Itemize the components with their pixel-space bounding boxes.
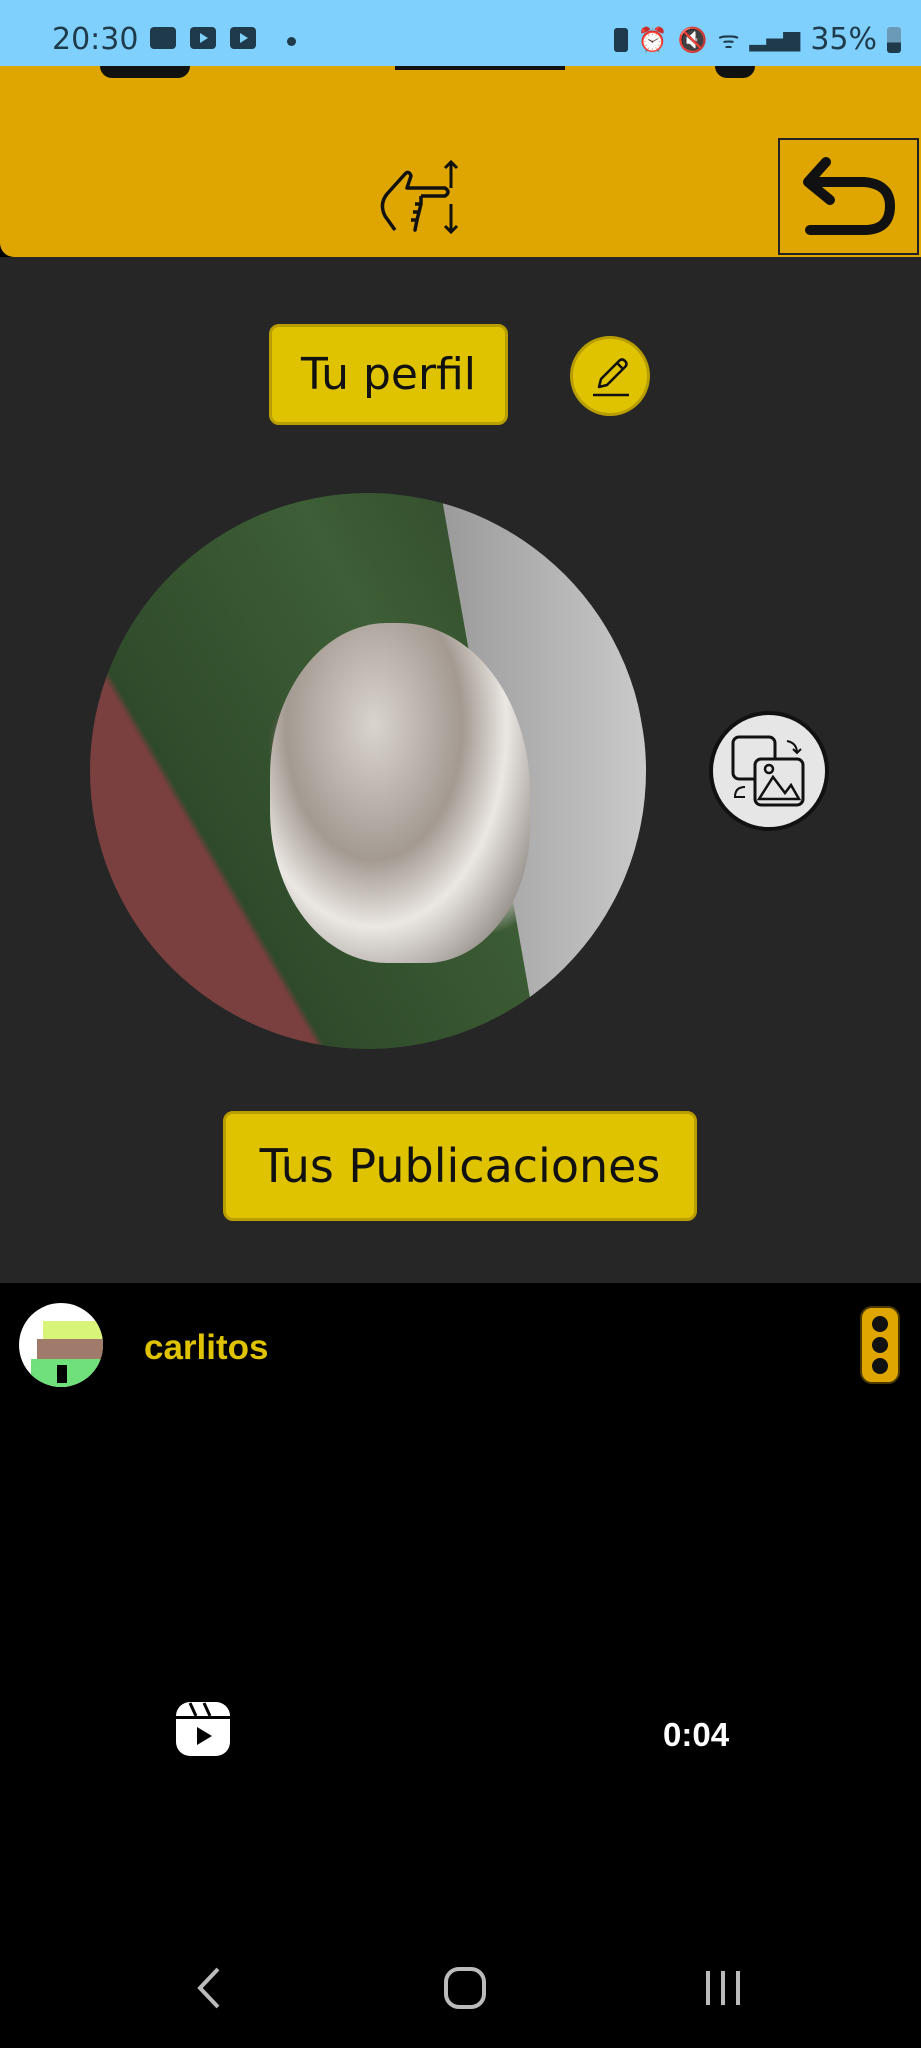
post-card: [0, 1283, 921, 1923]
header-decoration: [715, 66, 755, 78]
profile-title-button[interactable]: Tu perfil: [269, 324, 508, 425]
avatar-pixel: [37, 1339, 103, 1361]
nav-home-icon[interactable]: [442, 1965, 488, 2011]
header-decoration: [100, 66, 190, 78]
back-button[interactable]: [778, 138, 919, 255]
alarm-icon: ⏰: [637, 25, 668, 54]
battery-saver-icon: [613, 27, 628, 52]
header-decoration: [395, 66, 565, 70]
swap-image-icon: [731, 735, 805, 807]
publications-button[interactable]: Tus Publicaciones: [223, 1111, 697, 1221]
signal-icon: ▂▄▆: [749, 27, 801, 52]
avatar-pixel: [31, 1359, 103, 1387]
battery-percent: 35%: [810, 22, 877, 57]
video-duration: 0:04: [663, 1716, 730, 1753]
avatar-pixel: [43, 1321, 103, 1341]
status-time: 20:30: [52, 22, 139, 57]
dot-icon: [287, 37, 296, 46]
pencil-icon: [593, 358, 629, 397]
nav-back-icon[interactable]: [190, 1965, 230, 2011]
dog-figure: [270, 623, 530, 963]
youtube-icon: [190, 27, 216, 49]
avatar[interactable]: [19, 1303, 103, 1387]
status-bar: 20:30 ⏰ 🔇 ᯤ ▂▄▆ 35%: [0, 0, 921, 66]
edit-profile-button[interactable]: [570, 336, 650, 416]
nav-recents-icon[interactable]: [700, 1965, 746, 2011]
avatar-pixel: [57, 1365, 67, 1383]
status-right: ⏰ 🔇 ᯤ ▂▄▆ 35%: [613, 22, 901, 57]
hand-pointing-updown-icon[interactable]: [375, 158, 465, 238]
youtube-icon: [230, 27, 256, 49]
battery-icon: [887, 26, 901, 53]
wifi-icon: ᯤ: [717, 26, 740, 54]
change-photo-button[interactable]: [709, 711, 829, 831]
mute-icon: 🔇: [677, 25, 708, 54]
post-menu-button[interactable]: [860, 1306, 900, 1384]
undo-arrow-icon: [803, 157, 896, 235]
reels-icon[interactable]: [174, 1700, 232, 1758]
system-nav-bar: [0, 1923, 921, 2048]
profile-photo: [90, 493, 646, 1049]
gallery-icon: [150, 27, 176, 49]
post-username[interactable]: carlitos: [144, 1328, 269, 1368]
